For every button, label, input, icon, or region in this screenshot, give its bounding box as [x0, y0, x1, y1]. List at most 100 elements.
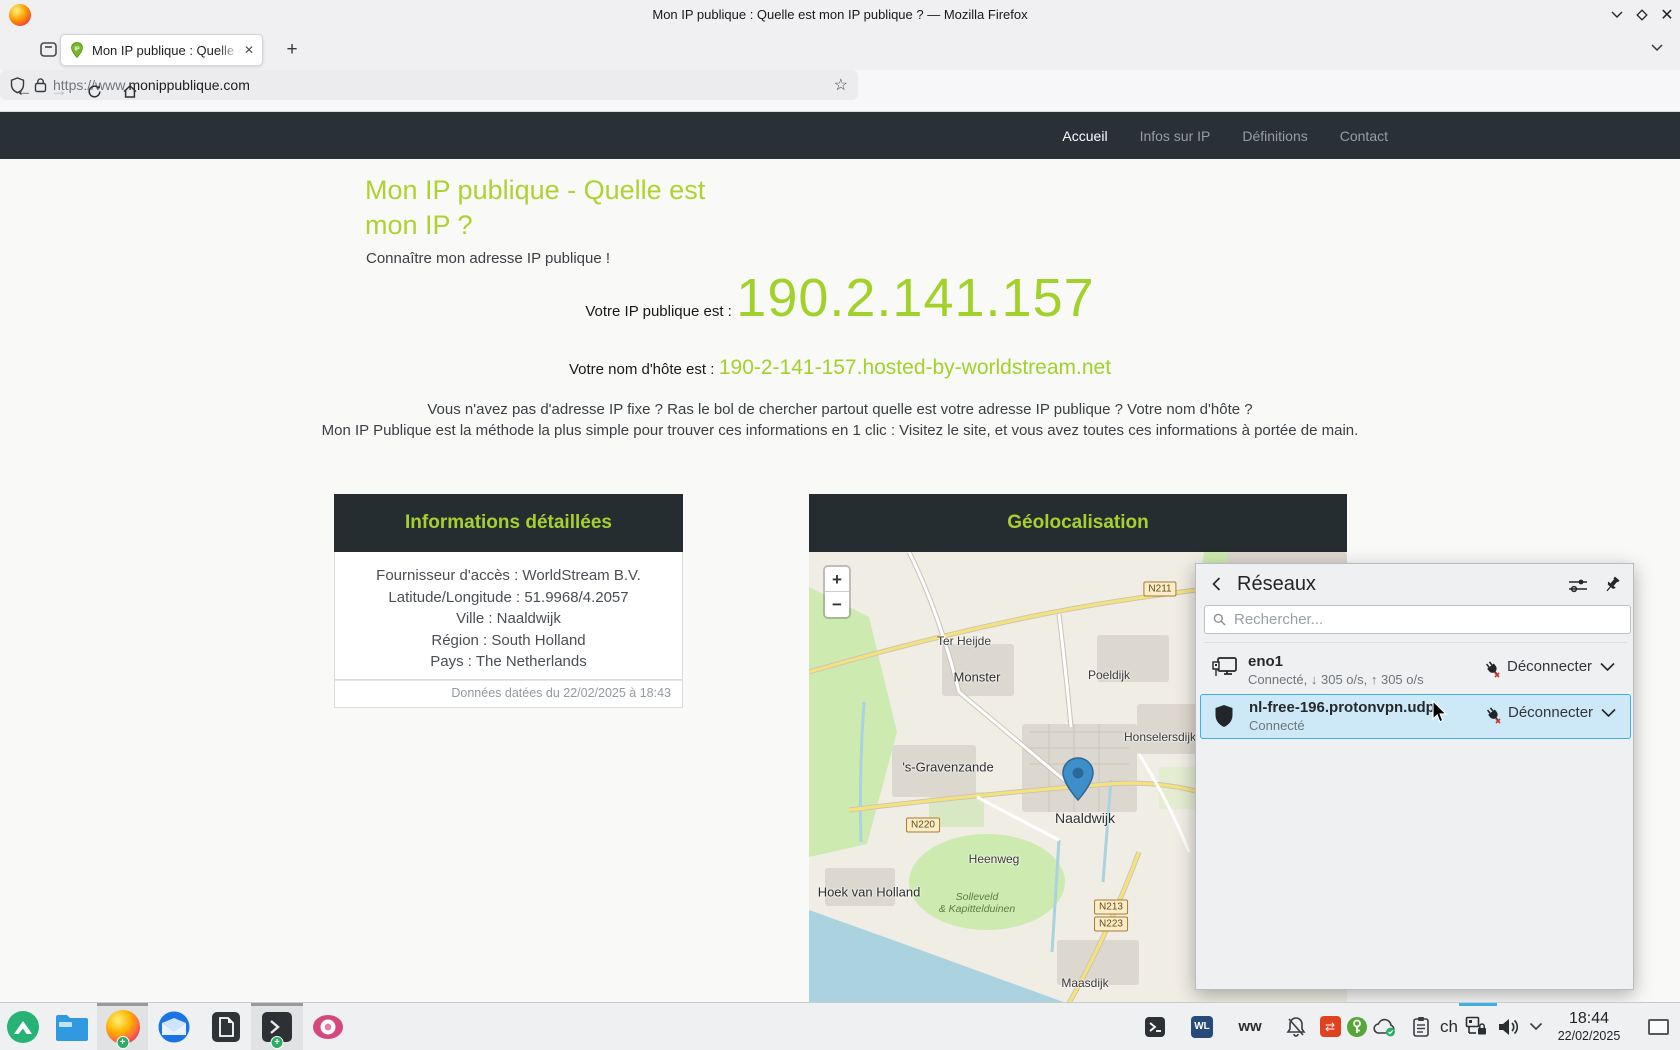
public-ip-row: Votre IP publique est : 190.2.141.157: [0, 267, 1680, 329]
wired-network-icon: [1212, 656, 1238, 680]
disconnect-plug-icon: [1483, 661, 1502, 679]
app-launcher-button[interactable]: [0, 1003, 46, 1050]
window-title: Mon IP publique : Quelle est mon IP publ…: [0, 0, 1680, 30]
running-badge: +: [271, 1036, 284, 1049]
back-button[interactable]: ←: [11, 78, 37, 104]
map-label: Hoek van Holland: [818, 885, 921, 900]
browser-tab[interactable]: IP Mon IP publique : Quelle e ✕: [60, 34, 263, 66]
task-thunderbird[interactable]: [148, 1003, 200, 1050]
task-terminal[interactable]: +: [251, 1003, 303, 1050]
firefox-view-icon[interactable]: [40, 41, 57, 58]
details-card-body: Fournisseur d'accès : WorldStream B.V. L…: [334, 552, 683, 680]
host-label: Votre nom d'hôte est :: [569, 361, 714, 378]
expand-chevron-icon[interactable]: [1600, 707, 1617, 719]
list-tabs-icon[interactable]: [1650, 43, 1664, 53]
tray-active-indicator: [1459, 1003, 1497, 1006]
road-badge: N223: [1094, 917, 1128, 932]
search-icon: [1213, 613, 1226, 626]
nav-infos-sur-ip[interactable]: Infos sur IP: [1140, 128, 1211, 144]
browser-toolbar: ← → https://www.monippublique.com ☆ i uB…: [0, 70, 1680, 112]
expand-chevron-icon[interactable]: [1599, 661, 1616, 673]
show-desktop-button[interactable]: [1642, 1003, 1674, 1050]
minimize-button[interactable]: [1608, 6, 1626, 24]
taskbar: + + WL ww ⇄ ch: [0, 1002, 1680, 1050]
tab-close-icon[interactable]: ✕: [244, 43, 254, 57]
clock-date: 22/02/2025: [1558, 1029, 1621, 1043]
tray-volume-icon[interactable]: [1494, 1003, 1522, 1050]
nav-accueil[interactable]: Accueil: [1062, 128, 1107, 144]
window-titlebar: Mon IP publique : Quelle est mon IP publ…: [0, 0, 1680, 30]
intro-paragraph: Vous n'avez pas d'adresse IP fixe ? Ras …: [0, 399, 1680, 441]
map-zoom-control: + −: [823, 565, 851, 619]
disconnect-button[interactable]: Déconnecter: [1507, 658, 1592, 675]
reload-icon[interactable]: [81, 78, 107, 104]
task-file-manager[interactable]: [46, 1003, 97, 1050]
close-button[interactable]: ✕: [1658, 6, 1676, 24]
tray-keepassxc-icon[interactable]: [1344, 1003, 1370, 1050]
tray-expander-icon[interactable]: [1524, 1003, 1548, 1050]
mouse-cursor: [1432, 700, 1449, 724]
disconnect-button[interactable]: Déconnecter: [1508, 704, 1593, 721]
nav-definitions[interactable]: Définitions: [1242, 128, 1307, 144]
map-label: 's-Gravenzande: [902, 760, 993, 775]
forward-button[interactable]: →: [46, 78, 72, 104]
geolocation-card-title: Géolocalisation: [809, 494, 1347, 552]
tray-sync-icon[interactable]: ⇄: [1317, 1003, 1343, 1050]
connection-row-vpn[interactable]: nl-free-196.protonvpn.udp Connecté Décon…: [1200, 694, 1631, 739]
map-zoom-out-button[interactable]: −: [825, 592, 849, 617]
tray-notifications-icon[interactable]: [1284, 1003, 1308, 1050]
tray-nextcloud-icon[interactable]: [1372, 1003, 1398, 1050]
detail-isp: Fournisseur d'accès : WorldStream B.V.: [335, 565, 682, 587]
detail-city: Ville : Naaldwijk: [335, 608, 682, 630]
firefox-logo-icon: [9, 4, 31, 26]
connection-status: Connecté: [1249, 718, 1305, 733]
map-label: Honselersdijk: [1124, 730, 1196, 744]
detail-latlon: Latitude/Longitude : 51.9968/4.2057: [335, 587, 682, 609]
details-card-title: Informations détaillées: [334, 494, 683, 552]
search-placeholder: Rechercher...: [1234, 611, 1323, 628]
tab-title: Mon IP publique : Quelle e: [92, 43, 240, 58]
tray-terminal-icon[interactable]: [1142, 1003, 1168, 1050]
tab-bar: IP Mon IP publique : Quelle e ✕ +: [0, 30, 1680, 70]
map-area-label: Solleveld& Kapittelduinen: [939, 891, 1015, 915]
bookmark-star-icon[interactable]: ☆: [834, 75, 848, 95]
pin-popup-icon[interactable]: [1603, 575, 1622, 594]
tray-wl-icon[interactable]: WL: [1189, 1003, 1215, 1050]
tray-clipboard-icon[interactable]: [1409, 1003, 1433, 1050]
task-firefox[interactable]: +: [97, 1003, 148, 1050]
ip-label: Votre IP publique est :: [585, 303, 732, 320]
disconnect-plug-icon: [1484, 707, 1503, 725]
page-title: Mon IP publique - Quelle estmon IP ?: [365, 173, 705, 243]
home-icon[interactable]: [117, 78, 143, 104]
connection-row-eno1[interactable]: eno1 Connecté, ↓ 305 o/s, ↑ 305 o/s Déco…: [1200, 648, 1631, 692]
detail-region: Région : South Holland: [335, 630, 682, 652]
road-badge: N220: [906, 818, 940, 833]
task-image-viewer[interactable]: [303, 1003, 353, 1050]
task-libreoffice[interactable]: [200, 1003, 251, 1050]
tray-network-icon[interactable]: [1463, 1003, 1491, 1050]
maximize-button[interactable]: [1633, 6, 1651, 24]
connection-settings-icon[interactable]: [1568, 577, 1588, 594]
clock[interactable]: 18:44 22/02/2025: [1548, 1003, 1630, 1050]
map-zoom-in-button[interactable]: +: [825, 567, 849, 592]
svg-text:IP: IP: [74, 47, 79, 53]
tray-ww-icon[interactable]: ww: [1237, 1003, 1263, 1050]
vpn-shield-icon: [1214, 704, 1234, 728]
popup-back-icon[interactable]: [1209, 576, 1225, 592]
ip-value: 190.2.141.157: [736, 268, 1094, 328]
details-card-footer: Données datées du 22/02/2025 à 18:43: [334, 680, 683, 708]
nav-contact[interactable]: Contact: [1340, 128, 1388, 144]
new-tab-button[interactable]: +: [280, 38, 304, 62]
map-label: Monster: [954, 670, 1001, 685]
tray-keyboard-layout[interactable]: ch: [1436, 1003, 1462, 1050]
popup-divider: [1204, 642, 1627, 643]
map-label: Heenweg: [969, 852, 1020, 866]
map-label: Naaldwijk: [1055, 810, 1115, 826]
running-badge: +: [116, 1036, 129, 1049]
connection-name: nl-free-196.protonvpn.udp: [1249, 699, 1435, 716]
networks-popup: Réseaux Rechercher... eno1 Connecté, ↓ 3…: [1195, 563, 1634, 990]
road-badge: N213: [1094, 900, 1128, 915]
network-search-input[interactable]: Rechercher...: [1204, 605, 1631, 634]
host-value[interactable]: 190-2-141-157.hosted-by-worldstream.net: [719, 356, 1111, 379]
page-tagline: Connaître mon adresse IP publique !: [366, 250, 610, 267]
